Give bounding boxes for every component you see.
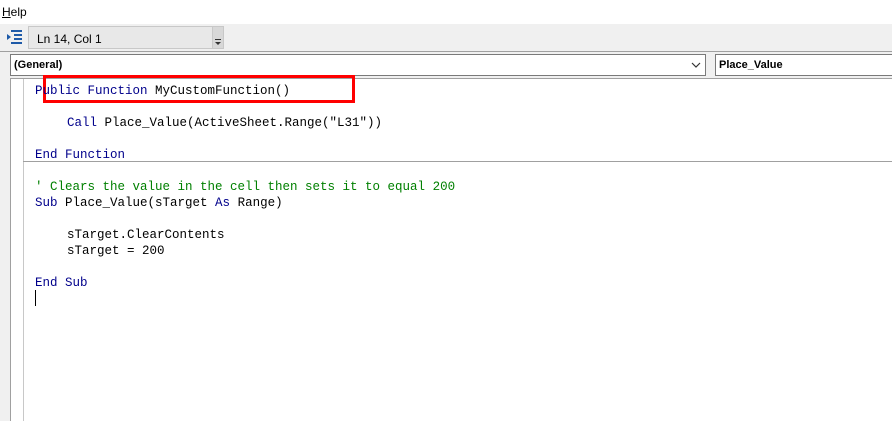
keyword: Call	[67, 116, 98, 130]
call-args: Place_Value(ActiveSheet.Range("L31"))	[97, 116, 383, 130]
sub-signature: Place_Value(sTarget	[57, 196, 216, 210]
chevron-down-icon	[215, 39, 221, 45]
code-line[interactable]: sTarget = 200	[67, 243, 165, 259]
object-dropdown[interactable]: (General)	[10, 54, 706, 76]
comment-line[interactable]: ' Clears the value in the cell then sets…	[35, 179, 455, 195]
cursor-position-text: Ln 14, Col 1	[37, 32, 102, 46]
keyword: Public Function	[35, 84, 148, 98]
code-area[interactable]: Public Function MyCustomFunction() Call …	[35, 75, 892, 421]
procedure-dropdown-value: Place_Value	[719, 59, 783, 71]
menu-bar: Help	[0, 0, 892, 24]
toolbar-overflow-button[interactable]	[212, 27, 223, 48]
margin-indicator-bar[interactable]	[11, 79, 24, 421]
function-name: MyCustomFunction()	[147, 84, 291, 98]
code-line[interactable]: Public Function MyCustomFunction()	[35, 83, 290, 99]
indent-icon[interactable]	[6, 27, 24, 45]
keyword: Sub	[35, 196, 58, 210]
code-editor[interactable]: Public Function MyCustomFunction() Call …	[10, 75, 892, 421]
chevron-down-icon	[691, 62, 701, 68]
code-line[interactable]: End Sub	[35, 275, 88, 291]
code-line[interactable]: Sub Place_Value(sTarget As Range)	[35, 195, 283, 211]
code-line[interactable]: Call Place_Value(ActiveSheet.Range("L31"…	[67, 115, 382, 131]
keyword: As	[215, 196, 231, 210]
cursor-position-display: Ln 14, Col 1	[28, 26, 224, 49]
menu-help-label: elp	[10, 5, 27, 19]
object-dropdown-value: (General)	[14, 59, 63, 71]
sub-signature-end: Range)	[230, 196, 283, 210]
code-line[interactable]: sTarget.ClearContents	[67, 227, 225, 243]
code-line[interactable]: End Function	[35, 147, 125, 163]
procedure-dropdown[interactable]: Place_Value	[715, 54, 892, 76]
text-caret	[35, 290, 36, 306]
toolbar: Ln 14, Col 1	[0, 24, 892, 52]
menu-help[interactable]: Help	[2, 5, 27, 19]
menu-help-accel: H	[2, 5, 11, 19]
